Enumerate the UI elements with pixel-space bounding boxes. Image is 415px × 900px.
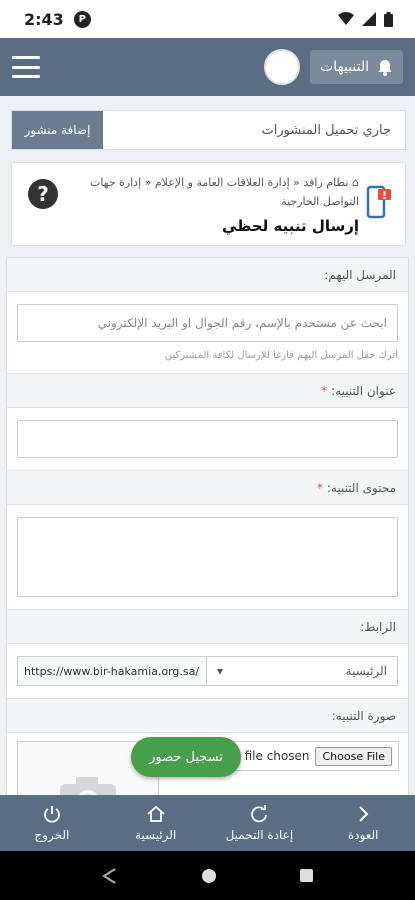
recipients-hint: اترك حقل المرسل اليهم فارغا للإرسال لكاف…	[164, 350, 398, 361]
signal-icon	[362, 12, 376, 26]
choose-file-button[interactable]: Choose File	[315, 746, 392, 766]
alert-content-label-text: محتوى التنبيه:	[326, 480, 396, 495]
alert-title-input[interactable]	[17, 420, 398, 458]
top-bar: التنبيهات	[0, 38, 415, 96]
add-post-button[interactable]: إضافة منشور	[12, 111, 103, 149]
attendance-button[interactable]: تسجيل حضور	[131, 737, 241, 777]
alert-image-label: صورة التنبيه:	[7, 699, 408, 733]
alert-form: المرسل اليهم: اترك حقل المرسل اليهم فارغ…	[6, 257, 409, 797]
breadcrumb-separator-icon: «	[144, 176, 152, 189]
recipients-label: المرسل اليهم:	[7, 258, 408, 292]
back-triangle-icon[interactable]	[101, 867, 119, 885]
caret-down-icon: ▾	[217, 664, 224, 678]
phone-alert-icon	[366, 185, 392, 223]
nav-reload-button[interactable]: إعادة التحميل	[208, 795, 312, 851]
breadcrumb: ⌂ نظام رافد « إدارة العلاقات العامة و ال…	[69, 173, 359, 211]
status-time: 2:43	[24, 9, 64, 29]
recipients-search-input[interactable]	[17, 304, 398, 342]
uploading-card: إضافة منشور جاري تحميل المنشورات	[11, 110, 406, 150]
status-badge-icon: P	[73, 10, 91, 28]
link-page-select[interactable]: ▾ الرئيسية	[207, 656, 398, 686]
bottom-nav: العودة إعادة التحميل الرئيسية الخروج	[0, 795, 415, 851]
nav-back-label: العودة	[347, 828, 379, 842]
chevron-right-icon	[359, 806, 369, 822]
nav-reload-label: إعادة التحميل	[225, 828, 294, 842]
breadcrumb-item[interactable]: نظام رافد	[303, 176, 348, 189]
nav-back-button[interactable]: العودة	[311, 795, 415, 851]
alert-title-label: عنوان التنبيه: *	[7, 374, 408, 408]
home-icon	[147, 805, 165, 822]
notifications-label: التنبيهات	[320, 59, 369, 75]
home-circle-icon[interactable]	[201, 868, 217, 884]
page-title: إرسال تنبيه لحظي	[222, 217, 359, 235]
status-bar: 2:43 P	[0, 0, 415, 38]
bell-icon	[378, 59, 392, 76]
power-icon	[43, 806, 60, 823]
alert-content-textarea[interactable]	[17, 517, 398, 597]
link-row: https://www.bir-hakamia.org.sa/ ▾ الرئيس…	[17, 656, 398, 686]
reload-icon	[251, 805, 268, 823]
avatar[interactable]	[264, 49, 301, 85]
link-label: الرابط:	[7, 610, 408, 644]
help-icon[interactable]: ?	[28, 179, 58, 209]
link-selected-value: الرئيسية	[345, 664, 387, 678]
system-nav-bar	[0, 851, 415, 900]
menu-icon[interactable]	[12, 56, 40, 78]
alert-title-label-text: عنوان التنبيه:	[331, 383, 396, 398]
uploading-status-text: جاري تحميل المنشورات	[261, 122, 391, 138]
breadcrumb-separator-icon: «	[293, 176, 300, 189]
required-mark: *	[316, 480, 323, 495]
required-mark: *	[321, 383, 328, 398]
link-url-field[interactable]: https://www.bir-hakamia.org.sa/	[17, 656, 207, 686]
notifications-button[interactable]: التنبيهات	[310, 50, 403, 84]
nav-logout-label: الخروج	[34, 828, 70, 842]
battery-icon	[384, 11, 393, 27]
recents-square-icon[interactable]	[299, 868, 314, 883]
page-header-card: ⌂ نظام رافد « إدارة العلاقات العامة و ال…	[11, 162, 406, 246]
home-icon[interactable]: ⌂	[352, 176, 359, 189]
nav-logout-button[interactable]: الخروج	[0, 795, 104, 851]
breadcrumb-item[interactable]: إدارة العلاقات العامة و الإعلام	[155, 176, 290, 189]
nav-home-label: الرئيسية	[134, 828, 177, 842]
wifi-icon	[338, 12, 354, 25]
alert-content-label: محتوى التنبيه: *	[7, 471, 408, 505]
camera-icon	[60, 777, 116, 796]
nav-home-button[interactable]: الرئيسية	[104, 795, 208, 851]
